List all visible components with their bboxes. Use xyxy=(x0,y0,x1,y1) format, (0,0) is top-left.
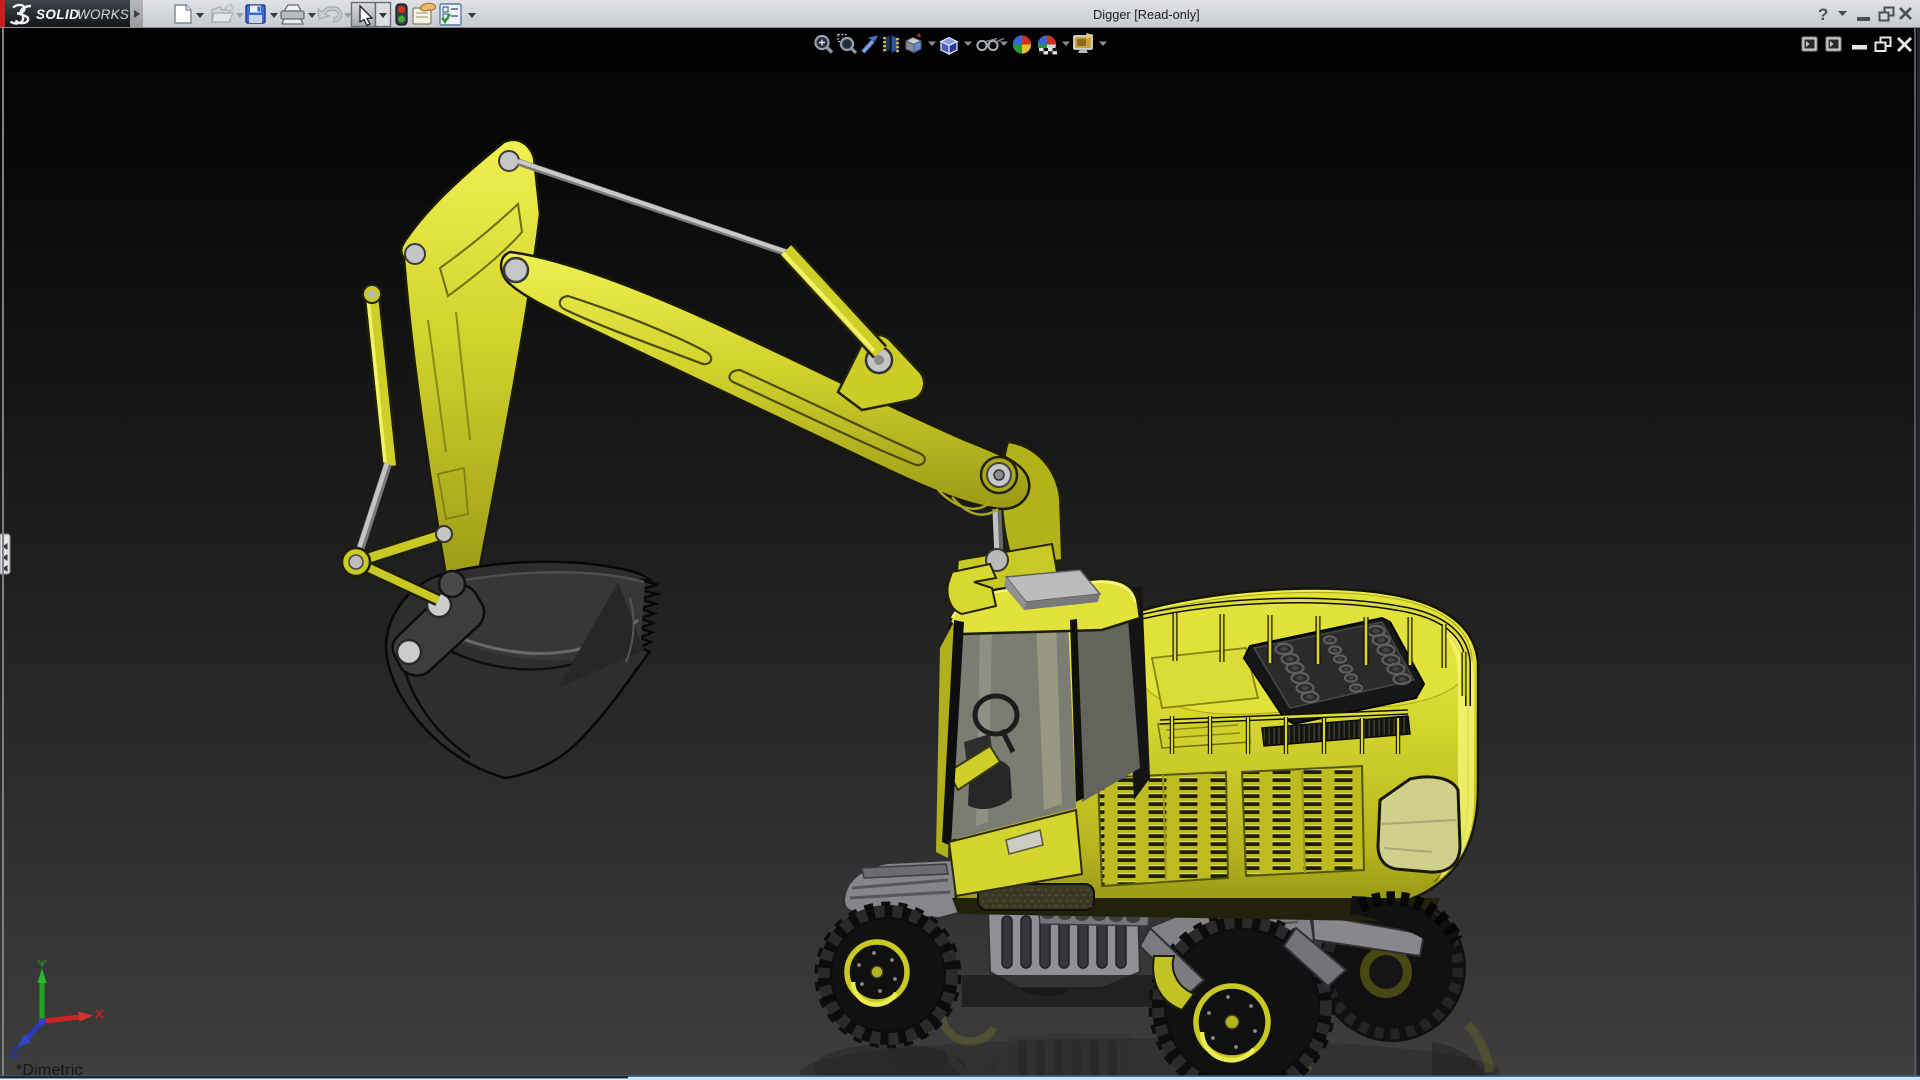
svg-text:WORKS: WORKS xyxy=(77,7,129,22)
svg-text:SOLID: SOLID xyxy=(36,7,79,22)
svg-text:?: ? xyxy=(1818,5,1828,24)
